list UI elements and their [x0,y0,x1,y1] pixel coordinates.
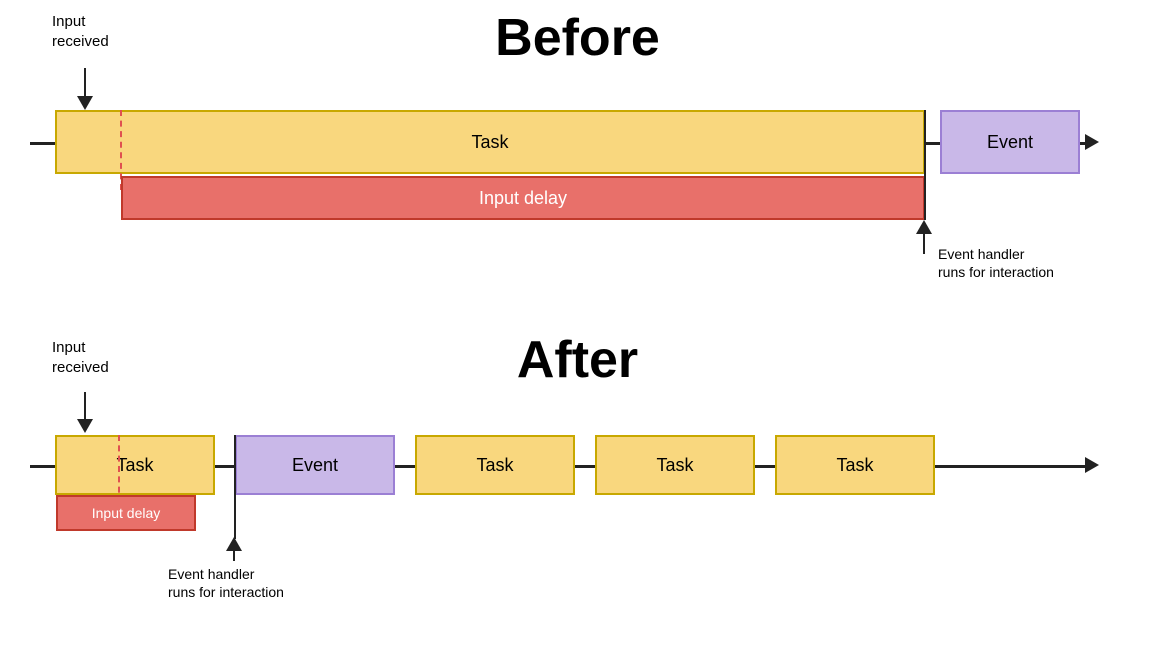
after-timeline-arrow [1085,457,1099,473]
after-connector-2 [395,465,415,467]
before-input-received-label: Inputreceived [52,12,109,51]
before-event-handler-arrow-head [916,220,932,234]
after-input-received-label: Inputreceived [52,338,109,377]
after-connector-1 [215,465,235,467]
before-task-box: Task [55,110,925,174]
after-title: After [0,330,1155,390]
before-event-handler-label: Event handlerruns for interaction [938,245,1054,281]
before-timeline-arrow [1085,134,1099,150]
after-task4-box: Task [775,435,935,495]
after-input-arrow-head [77,419,93,433]
after-task-box: Task [55,435,215,495]
after-dashed-line [118,435,120,503]
before-title: Before [0,8,1155,68]
before-input-arrow-head [77,96,93,110]
before-event-box: Event [940,110,1080,174]
after-event-handler-label: Event handlerruns for interaction [168,565,284,601]
before-tick-line [924,110,926,220]
after-task3-box: Task [595,435,755,495]
after-tick-line [234,435,236,539]
diagram-container: Before Inputreceived Task Event Input de… [0,0,1155,647]
after-input-arrow-stem [84,392,86,420]
after-event-box: Event [235,435,395,495]
after-task2-box: Task [415,435,575,495]
after-connector-3 [575,465,595,467]
after-connector-4 [755,465,775,467]
after-event-handler-arrow-head [226,537,242,551]
after-input-delay-box: Input delay [56,495,196,531]
before-input-arrow-stem [84,68,86,98]
before-input-delay-box: Input delay [121,176,925,220]
